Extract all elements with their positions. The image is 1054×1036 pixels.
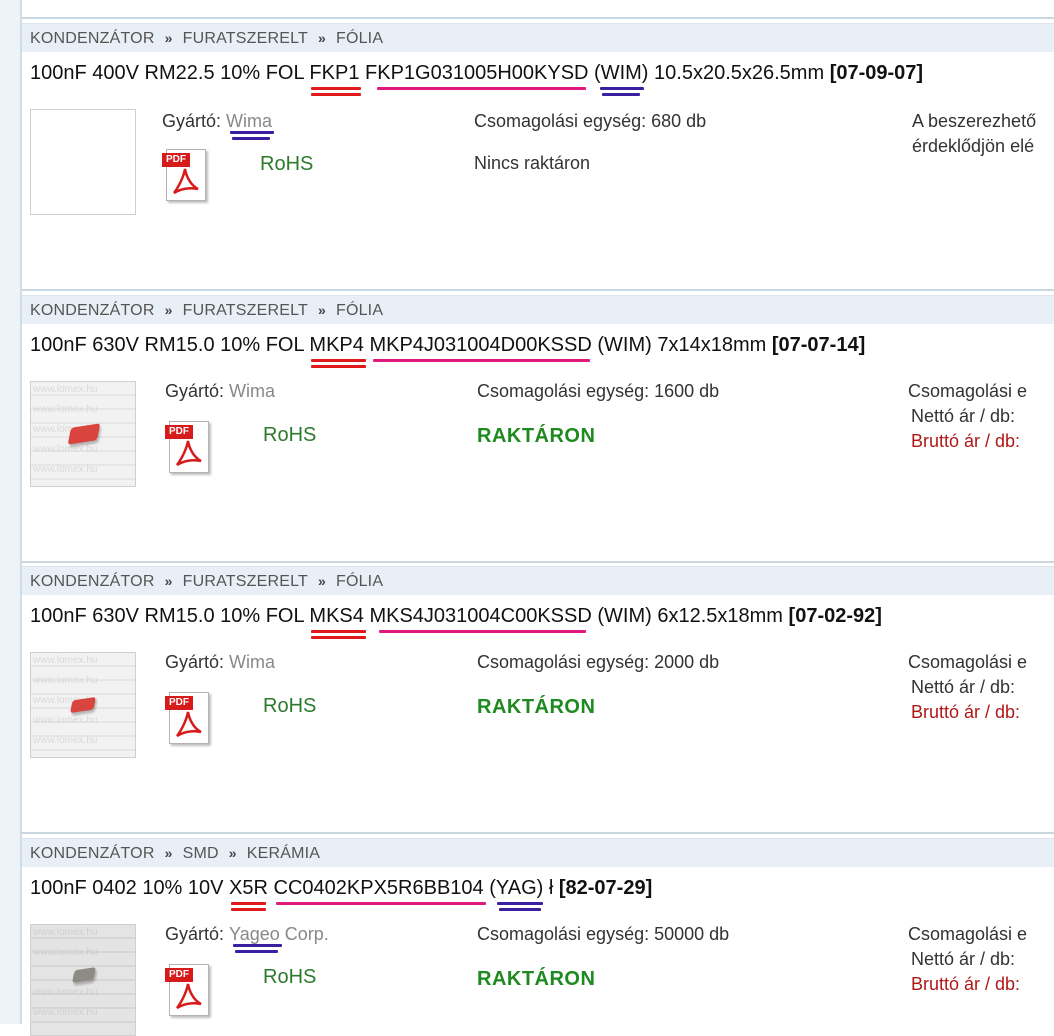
product-title[interactable]: 100nF 630V RM15.0 10% FOL MKP4 MKP4J0310… <box>30 333 866 368</box>
breadcrumb-item[interactable]: KERÁMIA <box>247 840 320 868</box>
rohs-label: RoHS <box>263 424 317 446</box>
product-code: [07-07-14] <box>771 334 866 356</box>
manufacturer-row: Gyártó: Wima <box>165 381 276 401</box>
title-spec: 100nF 400V RM22.5 10% FOL <box>30 62 310 84</box>
series-code: MKS4 <box>309 604 366 639</box>
maker-code: (WIM) <box>594 61 648 96</box>
price-column: Csomagolási e Nettó ár / db: Bruttó ár /… <box>908 924 1028 994</box>
chevron-right-icon: » <box>164 573 173 589</box>
breadcrumb: KONDENZÁTOR » FURATSZERELT » FÓLIA <box>22 23 1054 52</box>
dimensions: 6x12.5x18mm <box>651 605 789 627</box>
maker-code: (WIM) <box>597 334 652 356</box>
part-number: FKP1G031005H00KYSD <box>365 61 588 90</box>
price-column: Csomagolási e Nettó ár / db: Bruttó ár /… <box>908 381 1028 451</box>
price-column: Csomagolási e Nettó ár / db: Bruttó ár /… <box>908 652 1028 722</box>
previous-item-edge <box>22 0 1054 19</box>
rohs-label: RoHS <box>263 966 317 988</box>
manufacturer-link[interactable]: Wima <box>226 111 275 140</box>
availability-note: A beszerezhető érdeklődjön elé <box>912 111 1037 156</box>
breadcrumb: KONDENZÁTOR » SMD » KERÁMIA <box>22 838 1054 867</box>
chevron-right-icon: » <box>164 302 173 318</box>
breadcrumb-item[interactable]: KONDENZÁTOR <box>30 568 155 596</box>
part-number: MKS4J031004C00KSSD <box>369 604 592 633</box>
chevron-right-icon: » <box>317 573 326 589</box>
stock-status: Nincs raktáron <box>474 153 591 173</box>
product-code: [07-09-07] <box>829 62 924 84</box>
product-card: KONDENZÁTOR » FURATSZERELT » FÓLIA 100nF 630… <box>22 291 1054 563</box>
product-card: KONDENZÁTOR » SMD » KERÁMIA 100nF 0402 10% 1… <box>22 834 1054 1036</box>
breadcrumb-item[interactable]: FURATSZERELT <box>183 25 308 53</box>
title-spec: 100nF 630V RM15.0 10% FOL <box>30 334 310 356</box>
manufacturer-row: Gyártó: Yageo Corp. <box>165 924 329 953</box>
product-title[interactable]: 100nF 400V RM22.5 10% FOL FKP1 FKP1G0310… <box>30 61 924 96</box>
series-code: FKP1 <box>309 61 362 96</box>
breadcrumb: KONDENZÁTOR » FURATSZERELT » FÓLIA <box>22 566 1054 595</box>
part-number: CC0402KPX5R6BB104 <box>274 876 486 905</box>
chevron-right-icon: » <box>317 302 326 318</box>
product-title[interactable]: 100nF 630V RM15.0 10% FOL MKS4 MKS4J0310… <box>30 604 882 639</box>
dimensions: 7x14x18mm <box>651 334 772 356</box>
series-code: X5R <box>229 876 268 911</box>
breadcrumb-item[interactable]: FURATSZERELT <box>183 297 308 325</box>
chevron-right-icon: » <box>164 845 173 861</box>
packaging-unit: Csomagolási egység: 50000 db <box>477 924 730 944</box>
product-image[interactable]: www.lomex.hu www.lomex.hu www.lomex.hu w… <box>30 924 136 1036</box>
breadcrumb-item[interactable]: KONDENZÁTOR <box>30 297 155 325</box>
part-number: MKP4J031004D00KSSD <box>369 333 592 362</box>
manufacturer-suffix: Corp. <box>279 924 329 944</box>
rohs-label: RoHS <box>260 153 314 175</box>
manufacturer-link[interactable]: Yageo <box>229 924 282 953</box>
breadcrumb-item[interactable]: FÓLIA <box>336 25 383 53</box>
breadcrumb-item[interactable]: KONDENZÁTOR <box>30 25 155 53</box>
series-code: MKP4 <box>309 333 366 368</box>
stock-status: RAKTÁRON <box>477 696 596 718</box>
stock-status: RAKTÁRON <box>477 425 596 447</box>
title-spec: 100nF 630V RM15.0 10% FOL <box>30 605 310 627</box>
manufacturer-row: Gyártó: Wima <box>162 111 275 140</box>
product-image[interactable]: www.lomex.hu www.lomex.hu www.lomex.hu w… <box>30 652 136 758</box>
packaging-unit: Csomagolási egység: 2000 db <box>477 652 720 672</box>
dimensions: 10.5x20.5x26.5mm <box>648 62 830 84</box>
product-code: [07-02-92] <box>788 605 882 627</box>
breadcrumb-item[interactable]: SMD <box>183 840 219 868</box>
chevron-right-icon: » <box>164 30 173 46</box>
manufacturer-link[interactable]: Wima <box>229 652 275 672</box>
dimensions: ł <box>543 877 559 899</box>
left-border <box>0 0 22 1024</box>
pdf-icon[interactable]: PDF <box>162 149 206 201</box>
pdf-icon[interactable]: PDF <box>165 692 209 744</box>
breadcrumb: KONDENZÁTOR » FURATSZERELT » FÓLIA <box>22 295 1054 324</box>
stock-status: RAKTÁRON <box>477 968 596 990</box>
manufacturer-link[interactable]: Wima <box>229 381 275 401</box>
product-image[interactable] <box>30 109 136 215</box>
product-title[interactable]: 100nF 0402 10% 10V X5R CC0402KPX5R6BB104… <box>30 876 653 911</box>
breadcrumb-item[interactable]: FÓLIA <box>336 297 383 325</box>
breadcrumb-item[interactable]: KONDENZÁTOR <box>30 840 155 868</box>
breadcrumb-item[interactable]: FURATSZERELT <box>183 568 308 596</box>
product-card: KONDENZÁTOR » FURATSZERELT » FÓLIA 100nF 630… <box>22 562 1054 834</box>
pdf-icon[interactable]: PDF <box>165 964 209 1016</box>
maker-code: (WIM) <box>597 605 652 627</box>
breadcrumb-item[interactable]: FÓLIA <box>336 568 383 596</box>
packaging-unit: Csomagolási egység: 1600 db <box>477 381 720 401</box>
maker-code: (YAG) <box>489 876 544 911</box>
pdf-icon[interactable]: PDF <box>165 421 209 473</box>
product-image[interactable]: www.lomex.hu www.lomex.hu www.lomex.hu w… <box>30 381 136 487</box>
chevron-right-icon: » <box>317 30 326 46</box>
product-card: KONDENZÁTOR » FURATSZERELT » FÓLIA 100nF 400… <box>22 19 1054 291</box>
product-code: [82-07-29] <box>558 877 653 899</box>
packaging-unit: Csomagolási egység: 680 db <box>474 111 707 131</box>
manufacturer-row: Gyártó: Wima <box>165 652 276 672</box>
rohs-label: RoHS <box>263 695 317 717</box>
title-spec: 100nF 0402 10% 10V <box>30 877 230 899</box>
chevron-right-icon: » <box>228 845 237 861</box>
